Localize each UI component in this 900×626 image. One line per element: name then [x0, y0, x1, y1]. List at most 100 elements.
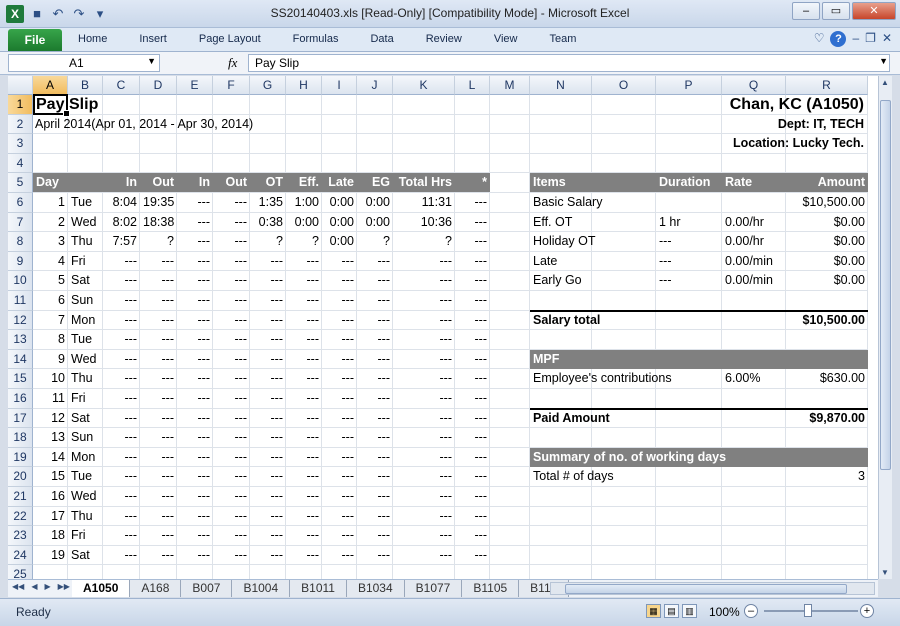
row-header-15[interactable]: 15	[8, 369, 33, 389]
name-box[interactable]: A1 ▼	[8, 54, 160, 72]
row-header-8[interactable]: 8	[8, 232, 33, 252]
row-header-14[interactable]: 14	[8, 349, 33, 370]
row-header-16[interactable]: 16	[8, 389, 33, 409]
column-header-o[interactable]: O	[592, 76, 656, 95]
attendance-cell: ---	[377, 332, 391, 347]
sheet-tab-b1011[interactable]: B1011	[290, 580, 347, 597]
minimize-button[interactable]: –	[792, 2, 820, 20]
page-layout-view-icon[interactable]: ▤	[664, 604, 679, 618]
row-header-20[interactable]: 20	[8, 467, 33, 487]
scroll-down-icon[interactable]: ▼	[881, 568, 889, 577]
page-break-view-icon[interactable]: ▥	[682, 604, 697, 618]
attendance-cell: ---	[439, 351, 453, 366]
restore-button[interactable]: ▭	[822, 2, 850, 20]
tab-view[interactable]: View	[478, 33, 534, 45]
column-header-q[interactable]: Q	[722, 76, 786, 95]
minimize-ribbon-icon[interactable]: ♡	[814, 31, 825, 47]
select-all-corner[interactable]	[8, 76, 33, 95]
column-header-p[interactable]: P	[656, 76, 722, 95]
column-header-g[interactable]: G	[250, 76, 286, 95]
column-header-a[interactable]: A	[33, 76, 68, 95]
tab-formulas[interactable]: Formulas	[277, 33, 355, 45]
row-header-5[interactable]: 5	[8, 173, 33, 193]
attendance-cell: ---	[234, 508, 248, 523]
attendance-cell: ---	[270, 273, 284, 288]
doc-restore-icon[interactable]: ❐	[865, 31, 876, 47]
sheet-tab-b1034[interactable]: B1034	[346, 580, 405, 597]
zoom-in-icon[interactable]: +	[860, 604, 874, 618]
worksheet-grid[interactable]: A B C D E F G H I J K L M N O P Q R 1 2 3 4 5 6 7 8 9 10 11 12 13 14 15 1…	[8, 76, 878, 579]
active-cell-a1[interactable]	[33, 94, 70, 117]
column-header-c[interactable]: C	[103, 76, 140, 95]
row-header-10[interactable]: 10	[8, 271, 33, 291]
column-header-r[interactable]: R	[786, 76, 868, 95]
row-header-18[interactable]: 18	[8, 428, 33, 448]
normal-view-icon[interactable]: ▦	[646, 604, 661, 618]
zoom-level[interactable]: 100%	[709, 605, 740, 619]
tab-home[interactable]: Home	[62, 33, 123, 45]
row-header-4[interactable]: 4	[8, 153, 33, 174]
zoom-slider-knob[interactable]	[804, 604, 812, 617]
row-header-6[interactable]: 6	[8, 193, 33, 213]
attendance-cell: ---	[474, 469, 488, 484]
row-header-22[interactable]: 22	[8, 506, 33, 527]
tab-page-layout[interactable]: Page Layout	[183, 33, 277, 45]
row-header-13[interactable]: 13	[8, 330, 33, 350]
tab-data[interactable]: Data	[354, 33, 409, 45]
column-header-h[interactable]: H	[286, 76, 322, 95]
row-header-3[interactable]: 3	[8, 134, 33, 154]
horizontal-scroll-thumb[interactable]	[565, 584, 847, 594]
zoom-out-icon[interactable]: –	[744, 604, 758, 618]
row-header-17[interactable]: 17	[8, 408, 33, 429]
attendance-cell: ---	[234, 449, 248, 464]
row-header-25[interactable]: 25	[8, 565, 33, 579]
row-header-23[interactable]: 23	[8, 526, 33, 546]
row-header-12[interactable]: 12	[8, 310, 33, 331]
help-icon[interactable]: ?	[830, 31, 847, 47]
first-sheet-icon[interactable]: ◀◀	[12, 582, 24, 591]
row-header-1[interactable]: 1	[8, 95, 33, 115]
row-header-21[interactable]: 21	[8, 487, 33, 507]
column-header-l[interactable]: L	[455, 76, 490, 95]
column-header-m[interactable]: M	[490, 76, 530, 95]
tab-team[interactable]: Team	[533, 33, 592, 45]
attendance-cell: ---	[377, 273, 391, 288]
close-button[interactable]: ✕	[852, 2, 896, 20]
row-header-7[interactable]: 7	[8, 212, 33, 233]
column-header-f[interactable]: F	[213, 76, 250, 95]
row-header-9[interactable]: 9	[8, 251, 33, 272]
next-sheet-icon[interactable]: ▶	[44, 582, 50, 591]
column-header-k[interactable]: K	[393, 76, 455, 95]
column-header-n[interactable]: N	[530, 76, 592, 95]
row-header-24[interactable]: 24	[8, 545, 33, 566]
doc-close-icon[interactable]: ✕	[882, 31, 892, 47]
row-header-11[interactable]: 11	[8, 291, 33, 311]
chevron-down-icon[interactable]: ▼	[147, 56, 156, 66]
file-tab[interactable]: File	[8, 29, 62, 51]
column-header-e[interactable]: E	[177, 76, 213, 95]
scroll-up-icon[interactable]: ▲	[881, 78, 889, 87]
column-header-j[interactable]: J	[357, 76, 393, 95]
tab-insert[interactable]: Insert	[123, 33, 183, 45]
column-header-d[interactable]: D	[140, 76, 177, 95]
sheet-tab-b1105[interactable]: B1105	[462, 580, 520, 597]
sheet-tab-b1004[interactable]: B1004	[232, 580, 291, 597]
tab-review[interactable]: Review	[410, 33, 478, 45]
sheet-tab-a168[interactable]: A168	[130, 580, 182, 597]
column-header-i[interactable]: I	[322, 76, 357, 95]
formula-input[interactable]: Pay Slip	[248, 54, 890, 72]
column-header-b[interactable]: B	[68, 76, 103, 95]
sheet-tab-b007[interactable]: B007	[181, 580, 233, 597]
row-header-2[interactable]: 2	[8, 114, 33, 135]
vertical-scroll-thumb[interactable]	[880, 100, 891, 470]
insert-function-icon[interactable]: fx	[228, 55, 237, 71]
last-sheet-icon[interactable]: ▶▶	[58, 582, 70, 591]
vertical-scrollbar[interactable]: ▲ ▼	[878, 76, 892, 579]
row-header-19[interactable]: 19	[8, 447, 33, 468]
sheet-tab-a1050[interactable]: A1050	[72, 580, 131, 597]
doc-minimize-icon[interactable]: –	[852, 31, 859, 47]
sheet-tab-b1077[interactable]: B1077	[404, 580, 463, 597]
horizontal-scrollbar[interactable]	[550, 582, 875, 595]
expand-formula-icon[interactable]: ▼	[879, 56, 888, 66]
prev-sheet-icon[interactable]: ◀	[31, 582, 37, 591]
